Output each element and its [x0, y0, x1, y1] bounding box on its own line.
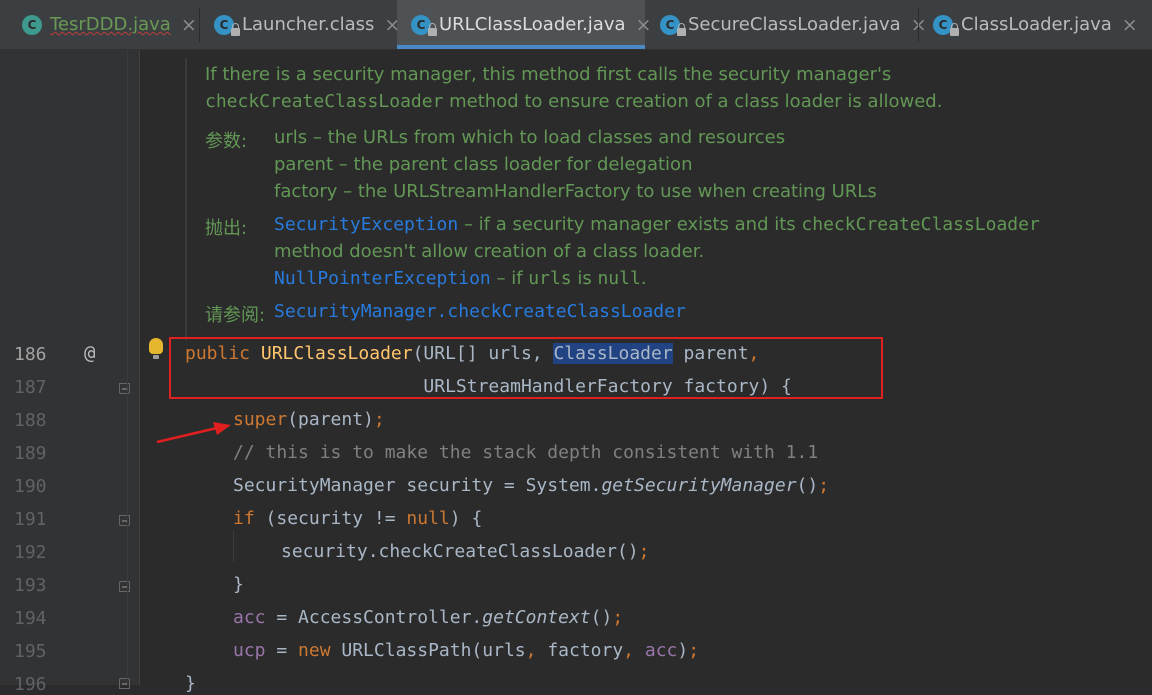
- field: acc: [644, 640, 678, 661]
- punctuation: ,: [748, 343, 760, 364]
- code-line-187[interactable]: URLStreamHandlerFactory factory) {: [185, 376, 792, 397]
- keyword: if: [233, 508, 255, 529]
- code-line-194[interactable]: acc = AccessController.getContext();: [233, 607, 623, 628]
- punctuation: ,: [525, 640, 548, 661]
- line-number: 190: [14, 476, 47, 497]
- code-text: SecurityManager security = System.: [233, 475, 602, 496]
- code-text: parent: [672, 343, 749, 364]
- tab-tesrddd[interactable]: C TesrDDD.java ×: [8, 0, 198, 49]
- editor-gutter[interactable]: 186 187 188 189 190 191 192 193 194 195 …: [0, 50, 140, 695]
- keyword: null: [406, 508, 450, 529]
- static-method: getContext: [482, 607, 591, 628]
- tab-label: Launcher.class: [242, 14, 375, 35]
- field: ucp: [233, 640, 266, 661]
- code-line-192[interactable]: security.checkCreateClassLoader();: [281, 541, 649, 562]
- code-text: =: [265, 640, 299, 661]
- code-text: security.checkCreateClassLoader(): [281, 541, 639, 562]
- selected-identifier: ClassLoader: [553, 343, 673, 364]
- editor-tab-bar: C TesrDDD.java × C Launcher.class × C UR…: [0, 0, 1152, 50]
- code-text: (URL[] urls,: [412, 343, 554, 364]
- code-text: }: [233, 574, 244, 595]
- line-number: 187: [14, 377, 47, 398]
- code-text: (parent): [287, 409, 374, 430]
- annotation-at-icon[interactable]: @: [84, 342, 95, 364]
- code-text: URLClassPath(urls: [330, 640, 526, 661]
- annotation-arrow-icon: [156, 422, 231, 444]
- keyword: public: [185, 343, 261, 364]
- code-line-195[interactable]: ucp = new URLClassPath(urls, factory, ac…: [233, 640, 699, 661]
- code-line-196[interactable]: }: [185, 673, 196, 694]
- code-line-193[interactable]: }: [233, 574, 244, 595]
- keyword: super: [233, 409, 288, 430]
- tab-urlclassloader[interactable]: C URLClassLoader.java ×: [397, 0, 651, 49]
- tab-label: TesrDDD.java: [50, 14, 171, 35]
- line-number: 186: [14, 344, 47, 365]
- fold-collapse-icon[interactable]: [119, 515, 130, 526]
- close-icon[interactable]: ×: [181, 14, 197, 36]
- keyword: new: [298, 640, 331, 661]
- code-text: }: [185, 673, 196, 694]
- fold-collapse-icon[interactable]: [119, 383, 130, 394]
- code-editor[interactable]: public URLClassLoader(URL[] urls, ClassL…: [140, 50, 1152, 694]
- punctuation: ;: [638, 541, 650, 562]
- tab-label: URLClassLoader.java: [439, 14, 626, 35]
- code-text: factory: [547, 640, 624, 661]
- indent-guide: [127, 50, 128, 685]
- code-line-188[interactable]: super(parent);: [233, 409, 385, 430]
- code-line-189[interactable]: // this is to make the stack depth consi…: [233, 442, 818, 463]
- code-text: = AccessController.: [265, 607, 483, 628]
- line-number: 191: [14, 509, 47, 530]
- code-line-191[interactable]: if (security != null) {: [233, 508, 482, 529]
- indent-guide: [233, 530, 234, 562]
- code-text: ): [677, 640, 689, 661]
- method-name: URLClassLoader: [260, 343, 413, 364]
- tab-launcher[interactable]: C Launcher.class ×: [200, 0, 400, 49]
- punctuation: ;: [688, 640, 700, 661]
- comment: // this is to make the stack depth consi…: [233, 442, 819, 463]
- intention-bulb-icon[interactable]: [149, 338, 163, 359]
- line-number: 195: [14, 641, 47, 662]
- locked-class-icon: C: [214, 14, 240, 36]
- line-number: 188: [14, 410, 47, 431]
- code-line-190[interactable]: SecurityManager security = System.getSec…: [233, 475, 829, 496]
- locked-class-icon: C: [933, 14, 959, 36]
- tab-classloader[interactable]: C ClassLoader.java ×: [919, 0, 1152, 49]
- locked-class-icon: C: [660, 14, 686, 36]
- line-number: 193: [14, 575, 47, 596]
- punctuation: ;: [818, 475, 830, 496]
- code-text: (): [796, 475, 819, 496]
- static-method: getSecurityManager: [601, 475, 797, 496]
- line-number: 189: [14, 443, 47, 464]
- tab-label: SecureClassLoader.java: [688, 14, 901, 35]
- code-text: (security !=: [254, 508, 407, 529]
- code-text: (): [590, 607, 613, 628]
- tab-secureclassloader[interactable]: C SecureClassLoader.java ×: [646, 0, 927, 49]
- close-icon[interactable]: ×: [1122, 14, 1138, 36]
- code-line-186[interactable]: public URLClassLoader(URL[] urls, ClassL…: [185, 343, 759, 364]
- code-text: URLStreamHandlerFactory factory) {: [185, 376, 792, 397]
- field: acc: [233, 607, 266, 628]
- line-number: 192: [14, 542, 47, 563]
- line-number: 194: [14, 608, 47, 629]
- class-icon: C: [22, 14, 42, 35]
- fold-expand-icon[interactable]: [119, 678, 130, 689]
- punctuation: ;: [373, 409, 385, 430]
- punctuation: ;: [612, 607, 624, 628]
- locked-class-icon: C: [411, 14, 437, 36]
- tab-label: ClassLoader.java: [961, 14, 1112, 35]
- fold-expand-icon[interactable]: [119, 581, 130, 592]
- code-text: ) {: [449, 508, 483, 529]
- punctuation: ,: [623, 640, 645, 661]
